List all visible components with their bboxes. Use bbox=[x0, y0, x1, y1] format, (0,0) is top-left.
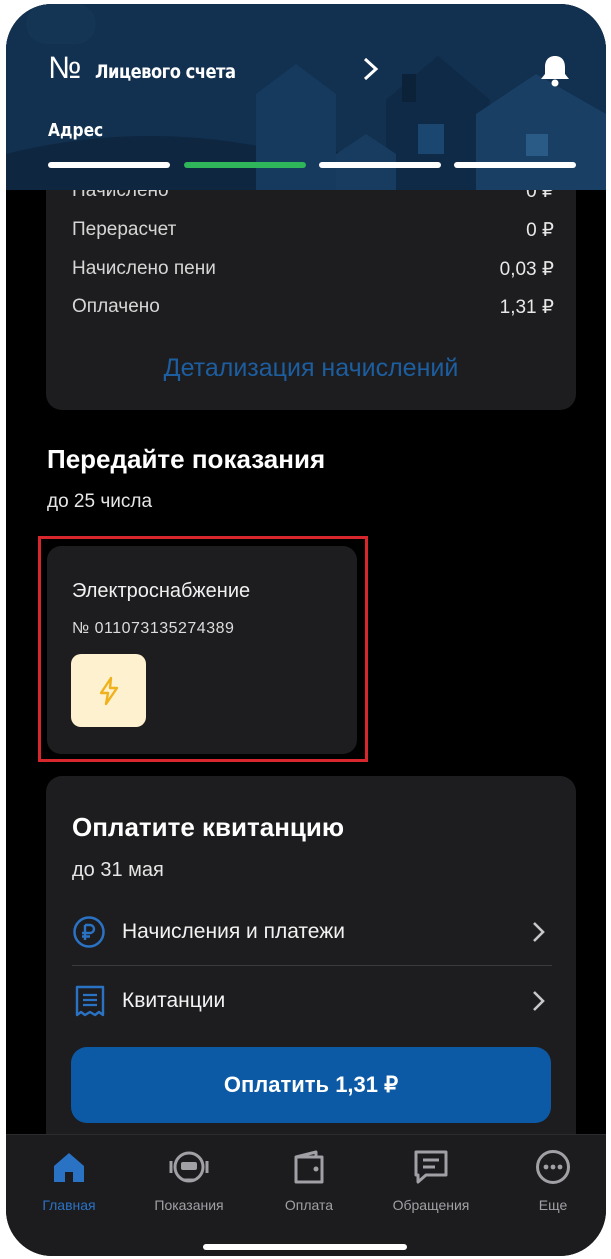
pager-dot bbox=[48, 162, 170, 168]
home-indicator[interactable] bbox=[203, 1244, 407, 1250]
tab-readings[interactable]: Показания bbox=[134, 1135, 244, 1235]
recalc-label: Перерасчет bbox=[72, 219, 177, 240]
penalty-label: Начислено пени bbox=[72, 258, 216, 279]
pager-dot bbox=[319, 162, 441, 168]
pager-dot-active bbox=[184, 162, 306, 168]
payment-deadline: до 31 мая bbox=[72, 859, 164, 881]
tab-more[interactable]: Еще bbox=[498, 1135, 606, 1235]
more-icon bbox=[536, 1150, 570, 1184]
receipt-icon bbox=[75, 985, 105, 1017]
tab-bar: Главная Показания Оплата Обращения Еще bbox=[6, 1134, 606, 1256]
meter-icon bbox=[169, 1151, 209, 1183]
tab-more-label: Еще bbox=[538, 1197, 568, 1213]
chat-icon bbox=[414, 1150, 448, 1184]
tab-readings-label: Показания bbox=[154, 1197, 224, 1213]
meter-name: Электроснабжение bbox=[72, 580, 251, 602]
penalty-value: 0,03 ₽ bbox=[499, 259, 554, 280]
wallet-icon bbox=[294, 1150, 324, 1184]
header: № Лицевого счета Адрес bbox=[6, 4, 606, 190]
readings-title: Передайте показания bbox=[47, 444, 326, 474]
charges-detail-link[interactable]: Детализация начислений bbox=[46, 354, 576, 383]
chevron-right-icon bbox=[533, 922, 545, 942]
receipts-label: Квитанции bbox=[122, 989, 226, 1012]
highlight-frame bbox=[38, 536, 368, 762]
payment-title: Оплатите квитанцию bbox=[72, 812, 345, 842]
account-label: Лицевого счета bbox=[95, 61, 236, 83]
meter-number: № 011073135274389 bbox=[72, 620, 235, 637]
tab-home-label: Главная bbox=[42, 1197, 96, 1213]
pay-button[interactable]: Оплатить 1,31 ₽ bbox=[71, 1047, 551, 1123]
paid-value: 1,31 ₽ bbox=[499, 297, 554, 318]
charges-payments-label: Начисления и платежи bbox=[122, 920, 346, 943]
recalc-value: 0 ₽ bbox=[526, 220, 554, 241]
receipts-item[interactable]: Квитанции bbox=[72, 981, 552, 1021]
home-icon bbox=[54, 1153, 84, 1182]
tab-requests-label: Обращения bbox=[392, 1197, 470, 1213]
bell-icon[interactable] bbox=[538, 52, 572, 88]
tab-requests[interactable]: Обращения bbox=[376, 1135, 486, 1235]
account-number-symbol: № bbox=[48, 50, 82, 85]
lightning-icon bbox=[99, 676, 118, 705]
readings-deadline: до 25 числа bbox=[47, 491, 153, 512]
phone-screen: Начислено 0 ₽ Перерасчет 0 ₽ Начислено п… bbox=[6, 4, 606, 1256]
chevron-right-icon[interactable] bbox=[360, 56, 382, 82]
tab-payment[interactable]: Оплата bbox=[254, 1135, 364, 1235]
chevron-right-icon bbox=[533, 991, 545, 1011]
address[interactable]: Адрес bbox=[48, 120, 103, 141]
tab-payment-label: Оплата bbox=[284, 1197, 334, 1213]
ruble-icon bbox=[73, 916, 105, 948]
pager-dot bbox=[454, 162, 576, 168]
charges-payments-item[interactable]: Начисления и платежи bbox=[72, 912, 552, 952]
meter-icon-tile[interactable] bbox=[71, 654, 146, 727]
divider bbox=[72, 965, 552, 966]
paid-label: Оплачено bbox=[72, 296, 160, 317]
tab-home[interactable]: Главная bbox=[14, 1135, 124, 1235]
account-selector[interactable]: № Лицевого счета bbox=[48, 50, 259, 86]
